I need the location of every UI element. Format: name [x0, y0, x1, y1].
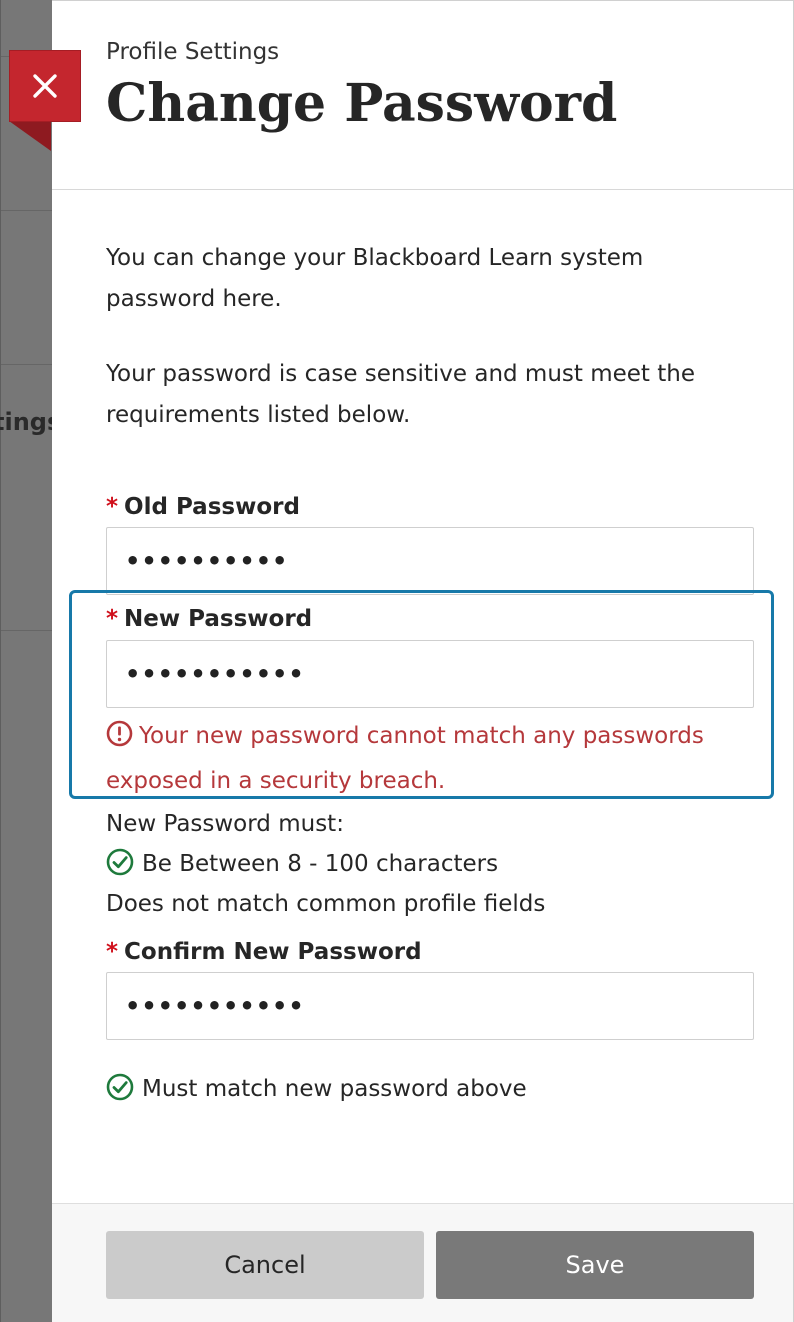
backdrop-divider	[1, 364, 53, 365]
check-circle-icon	[106, 848, 134, 876]
panel-footer: Cancel Save	[52, 1203, 793, 1322]
required-marker: *	[106, 939, 119, 965]
new-password-error: Your new password cannot match any passw…	[106, 716, 766, 802]
intro-text: You can change your Blackboard Learn sys…	[106, 245, 644, 312]
change-password-panel: Profile Settings Change Password You can…	[52, 0, 794, 1322]
panel-header: Profile Settings Change Password	[52, 1, 793, 190]
close-button[interactable]	[9, 50, 81, 122]
panel-content: You can change your Blackboard Learn sys…	[52, 190, 793, 595]
old-password-input[interactable]	[106, 527, 754, 595]
page-title: Change Password	[106, 73, 618, 134]
required-marker: *	[106, 606, 119, 632]
confirm-password-label: * Confirm New Password	[106, 936, 766, 968]
confirm-requirement: Must match new password above	[106, 1069, 527, 1109]
backdrop-partial-label: tings	[0, 408, 53, 436]
requirements-intro-text: Your password is case sensitive and must…	[106, 361, 696, 428]
confirm-requirement-text: Must match new password above	[142, 1076, 527, 1102]
close-icon	[33, 74, 57, 98]
confirm-password-field: * Confirm New Password	[106, 936, 766, 1040]
new-password-input[interactable]	[106, 640, 754, 708]
new-password-label: * New Password	[106, 603, 766, 635]
backdrop-divider	[1, 210, 53, 211]
breadcrumb: Profile Settings	[106, 39, 280, 65]
required-marker: *	[106, 494, 119, 520]
new-password-label-text: New Password	[124, 606, 313, 632]
new-password-error-text: Your new password cannot match any passw…	[106, 723, 704, 794]
error-circle-icon	[106, 720, 133, 761]
close-button-fold	[9, 121, 51, 151]
requirement-item: Be Between 8 - 100 characters	[106, 844, 766, 884]
old-password-label-text: Old Password	[124, 494, 300, 520]
new-password-field: *New Password Your new password cannot m…	[106, 603, 766, 802]
check-circle-icon	[106, 1073, 134, 1101]
old-password-label: * Old Password	[106, 491, 753, 523]
cancel-button[interactable]: Cancel	[106, 1231, 424, 1299]
backdrop-panel: tings	[0, 0, 53, 1322]
requirement-text: Be Between 8 - 100 characters	[142, 851, 499, 877]
requirements-heading: New Password must:	[106, 811, 344, 837]
requirement-item: Does not match common profile fields	[106, 884, 766, 924]
confirm-password-label-text: Confirm New Password	[124, 939, 422, 965]
old-password-field: * Old Password	[106, 491, 754, 595]
password-requirements: New Password must: Be Between 8 - 100 ch…	[106, 804, 766, 924]
save-button[interactable]: Save	[436, 1231, 754, 1299]
requirement-text: Does not match common profile fields	[106, 891, 546, 917]
backdrop-divider	[1, 630, 53, 631]
confirm-password-input[interactable]	[106, 972, 754, 1040]
